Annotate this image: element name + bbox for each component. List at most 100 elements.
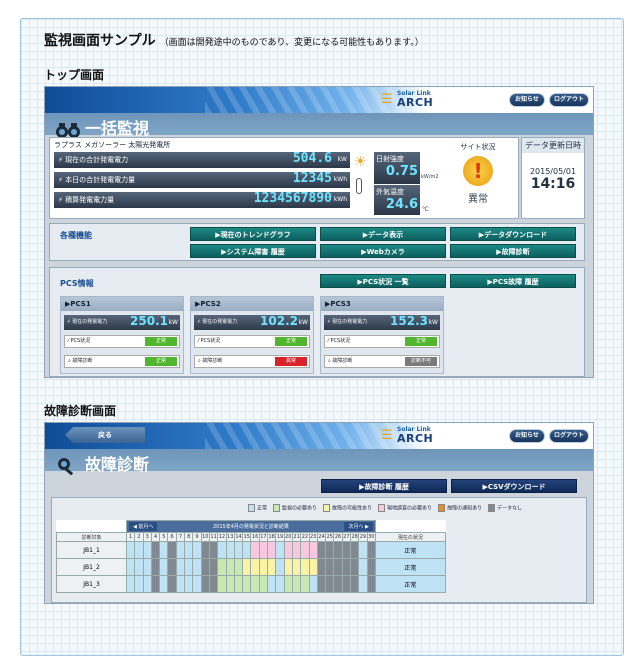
day-cell[interactable] [341, 575, 352, 593]
day-cell[interactable] [341, 541, 352, 559]
day-cell[interactable] [150, 541, 161, 559]
day-cell[interactable] [333, 575, 343, 593]
day-cell[interactable] [300, 558, 310, 576]
day-cell[interactable] [250, 558, 260, 576]
data-view-button[interactable]: ▶データ表示 [320, 227, 446, 241]
day-cell[interactable] [225, 558, 235, 576]
day-cell[interactable] [358, 558, 368, 576]
day-cell[interactable] [333, 541, 343, 559]
web-camera-button[interactable]: ▶Webカメラ [320, 244, 446, 258]
day-cell[interactable] [159, 575, 169, 593]
day-cell[interactable] [258, 575, 269, 593]
day-cell[interactable] [175, 575, 186, 593]
day-cell[interactable] [125, 541, 136, 559]
day-cell[interactable] [208, 558, 219, 576]
logout-button-fault[interactable]: ログアウト [549, 429, 589, 443]
pcs-unit-title[interactable]: ▶PCS2 [191, 297, 313, 311]
day-cell[interactable] [134, 541, 144, 559]
day-cell[interactable] [300, 541, 310, 559]
day-cell[interactable] [316, 575, 327, 593]
day-cell[interactable] [217, 558, 227, 576]
day-cell[interactable] [125, 558, 136, 576]
day-cell[interactable] [283, 558, 293, 576]
prev-month-button[interactable]: ◀ 前月へ [129, 522, 158, 531]
day-cell[interactable] [333, 558, 343, 576]
day-cell[interactable] [217, 541, 227, 559]
day-cell[interactable] [316, 558, 327, 576]
pcs-fault-history-button[interactable]: ▶PCS故障 履歴 [450, 274, 576, 288]
day-cell[interactable] [134, 575, 144, 593]
day-cell[interactable] [300, 575, 310, 593]
day-cell[interactable] [349, 558, 360, 576]
day-cell[interactable] [242, 541, 252, 559]
pcs-unit-title[interactable]: ▶PCS1 [61, 297, 183, 311]
day-cell[interactable] [175, 541, 186, 559]
day-cell[interactable] [192, 558, 202, 576]
notice-button[interactable]: お知らせ [509, 93, 545, 107]
day-cell[interactable] [159, 541, 169, 559]
day-cell[interactable] [184, 541, 194, 559]
day-cell[interactable] [267, 575, 277, 593]
day-cell[interactable] [325, 575, 335, 593]
day-cell[interactable] [308, 541, 318, 559]
day-cell[interactable] [325, 558, 335, 576]
day-cell[interactable] [200, 558, 210, 576]
day-cell[interactable] [167, 575, 177, 593]
day-cell[interactable] [142, 558, 152, 576]
fault-diagnosis-button[interactable]: ▶故障診断 [450, 244, 576, 258]
day-cell[interactable] [142, 575, 152, 593]
day-cell[interactable] [275, 558, 285, 576]
day-cell[interactable] [167, 558, 177, 576]
day-cell[interactable] [291, 541, 302, 559]
day-cell[interactable] [200, 575, 210, 593]
day-cell[interactable] [233, 575, 244, 593]
day-cell[interactable] [175, 558, 186, 576]
day-cell[interactable] [134, 558, 144, 576]
day-cell[interactable] [192, 541, 202, 559]
day-cell[interactable] [200, 541, 210, 559]
system-fault-history-button[interactable]: ▶システム障害 履歴 [190, 244, 316, 258]
day-cell[interactable] [283, 575, 293, 593]
day-cell[interactable] [225, 541, 235, 559]
notice-button-fault[interactable]: お知らせ [509, 429, 545, 443]
day-cell[interactable] [159, 558, 169, 576]
day-cell[interactable] [150, 575, 161, 593]
data-download-button[interactable]: ▶データダウンロード [450, 227, 576, 241]
day-cell[interactable] [275, 575, 285, 593]
day-cell[interactable] [192, 575, 202, 593]
day-cell[interactable] [349, 575, 360, 593]
day-cell[interactable] [267, 541, 277, 559]
day-cell[interactable] [208, 575, 219, 593]
day-cell[interactable] [291, 575, 302, 593]
day-cell[interactable] [366, 575, 376, 593]
day-cell[interactable] [250, 575, 260, 593]
day-cell[interactable] [358, 541, 368, 559]
day-cell[interactable] [258, 558, 269, 576]
day-cell[interactable] [358, 575, 368, 593]
day-cell[interactable] [250, 541, 260, 559]
day-cell[interactable] [142, 541, 152, 559]
day-cell[interactable] [125, 575, 136, 593]
day-cell[interactable] [217, 575, 227, 593]
day-cell[interactable] [184, 558, 194, 576]
day-cell[interactable] [366, 558, 376, 576]
trend-graph-button[interactable]: ▶現在のトレンドグラフ [190, 227, 316, 241]
day-cell[interactable] [325, 541, 335, 559]
day-cell[interactable] [184, 575, 194, 593]
day-cell[interactable] [366, 541, 376, 559]
day-cell[interactable] [208, 541, 219, 559]
day-cell[interactable] [233, 558, 244, 576]
back-button[interactable]: 戻る [65, 427, 145, 443]
day-cell[interactable] [275, 541, 285, 559]
pcs-unit-title[interactable]: ▶PCS3 [321, 297, 443, 311]
day-cell[interactable] [150, 558, 161, 576]
day-cell[interactable] [349, 541, 360, 559]
day-cell[interactable] [308, 575, 318, 593]
day-cell[interactable] [316, 541, 327, 559]
csv-download-button[interactable]: ▶CSVダウンロード [451, 479, 577, 493]
day-cell[interactable] [242, 558, 252, 576]
next-month-button[interactable]: 次月へ ▶ [344, 522, 373, 531]
day-cell[interactable] [258, 541, 269, 559]
day-cell[interactable] [267, 558, 277, 576]
day-cell[interactable] [242, 575, 252, 593]
